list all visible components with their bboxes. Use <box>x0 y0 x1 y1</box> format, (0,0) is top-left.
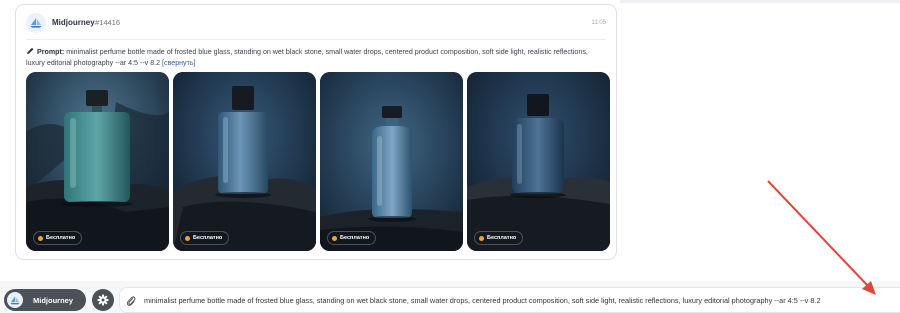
generated-image-3[interactable]: Бесплатно <box>320 72 463 251</box>
coin-icon <box>38 235 43 241</box>
message-time: 11:05 <box>591 20 606 26</box>
bot-name: Midjourney <box>52 18 95 27</box>
top-divider <box>620 0 900 3</box>
model-label: Midjourney <box>33 296 74 305</box>
perfume-photo-2 <box>173 72 316 251</box>
pencil-icon <box>27 47 34 54</box>
coin-icon <box>332 235 337 241</box>
composer-bar: Midjourney <box>0 281 900 313</box>
price-badge: Бесплатно <box>327 231 377 245</box>
prompt-block: Prompt: minimalist perfume bottle made o… <box>26 47 608 68</box>
prompt-input[interactable] <box>144 290 899 310</box>
job-id: #14416 <box>95 18 121 27</box>
generated-image-1[interactable]: Бесплатно <box>26 72 169 251</box>
settings-button[interactable] <box>92 289 114 311</box>
image-grid: Бесплатно Бесплатно Бесплатно Бесплатно <box>26 72 610 251</box>
page: Midjourney #14416 11:05 Prompt: minimali… <box>0 0 900 313</box>
coin-icon <box>185 235 190 241</box>
coin-icon <box>479 235 484 241</box>
price-badge: Бесплатно <box>33 231 83 245</box>
generated-image-4[interactable]: Бесплатно <box>467 72 610 251</box>
price-badge: Бесплатно <box>474 231 524 245</box>
message-card: Midjourney #14416 11:05 Prompt: minimali… <box>15 4 617 260</box>
collapse-link[interactable]: [свернуть] <box>162 59 195 67</box>
perfume-photo-1 <box>26 72 169 251</box>
badge-label: Бесплатно <box>193 235 223 241</box>
prompt-text: minimalist perfume bottle made of froste… <box>26 48 588 67</box>
sailboat-logo-icon <box>7 292 23 308</box>
prompt-input-box <box>119 287 900 313</box>
badge-label: Бесплатно <box>487 235 517 241</box>
generated-image-2[interactable]: Бесплатно <box>173 72 316 251</box>
perfume-photo-3 <box>320 72 463 251</box>
price-badge: Бесплатно <box>180 231 230 245</box>
prompt-label: Prompt: <box>37 48 65 56</box>
header-divider <box>26 39 606 40</box>
paperclip-icon[interactable] <box>126 295 136 307</box>
model-selector-button[interactable]: Midjourney <box>4 289 86 311</box>
badge-label: Бесплатно <box>46 235 76 241</box>
message-header: Midjourney #14416 11:05 <box>26 13 606 35</box>
sailboat-logo-icon <box>26 13 46 33</box>
gear-icon <box>97 294 109 306</box>
badge-label: Бесплатно <box>340 235 370 241</box>
perfume-photo-4 <box>467 72 610 251</box>
